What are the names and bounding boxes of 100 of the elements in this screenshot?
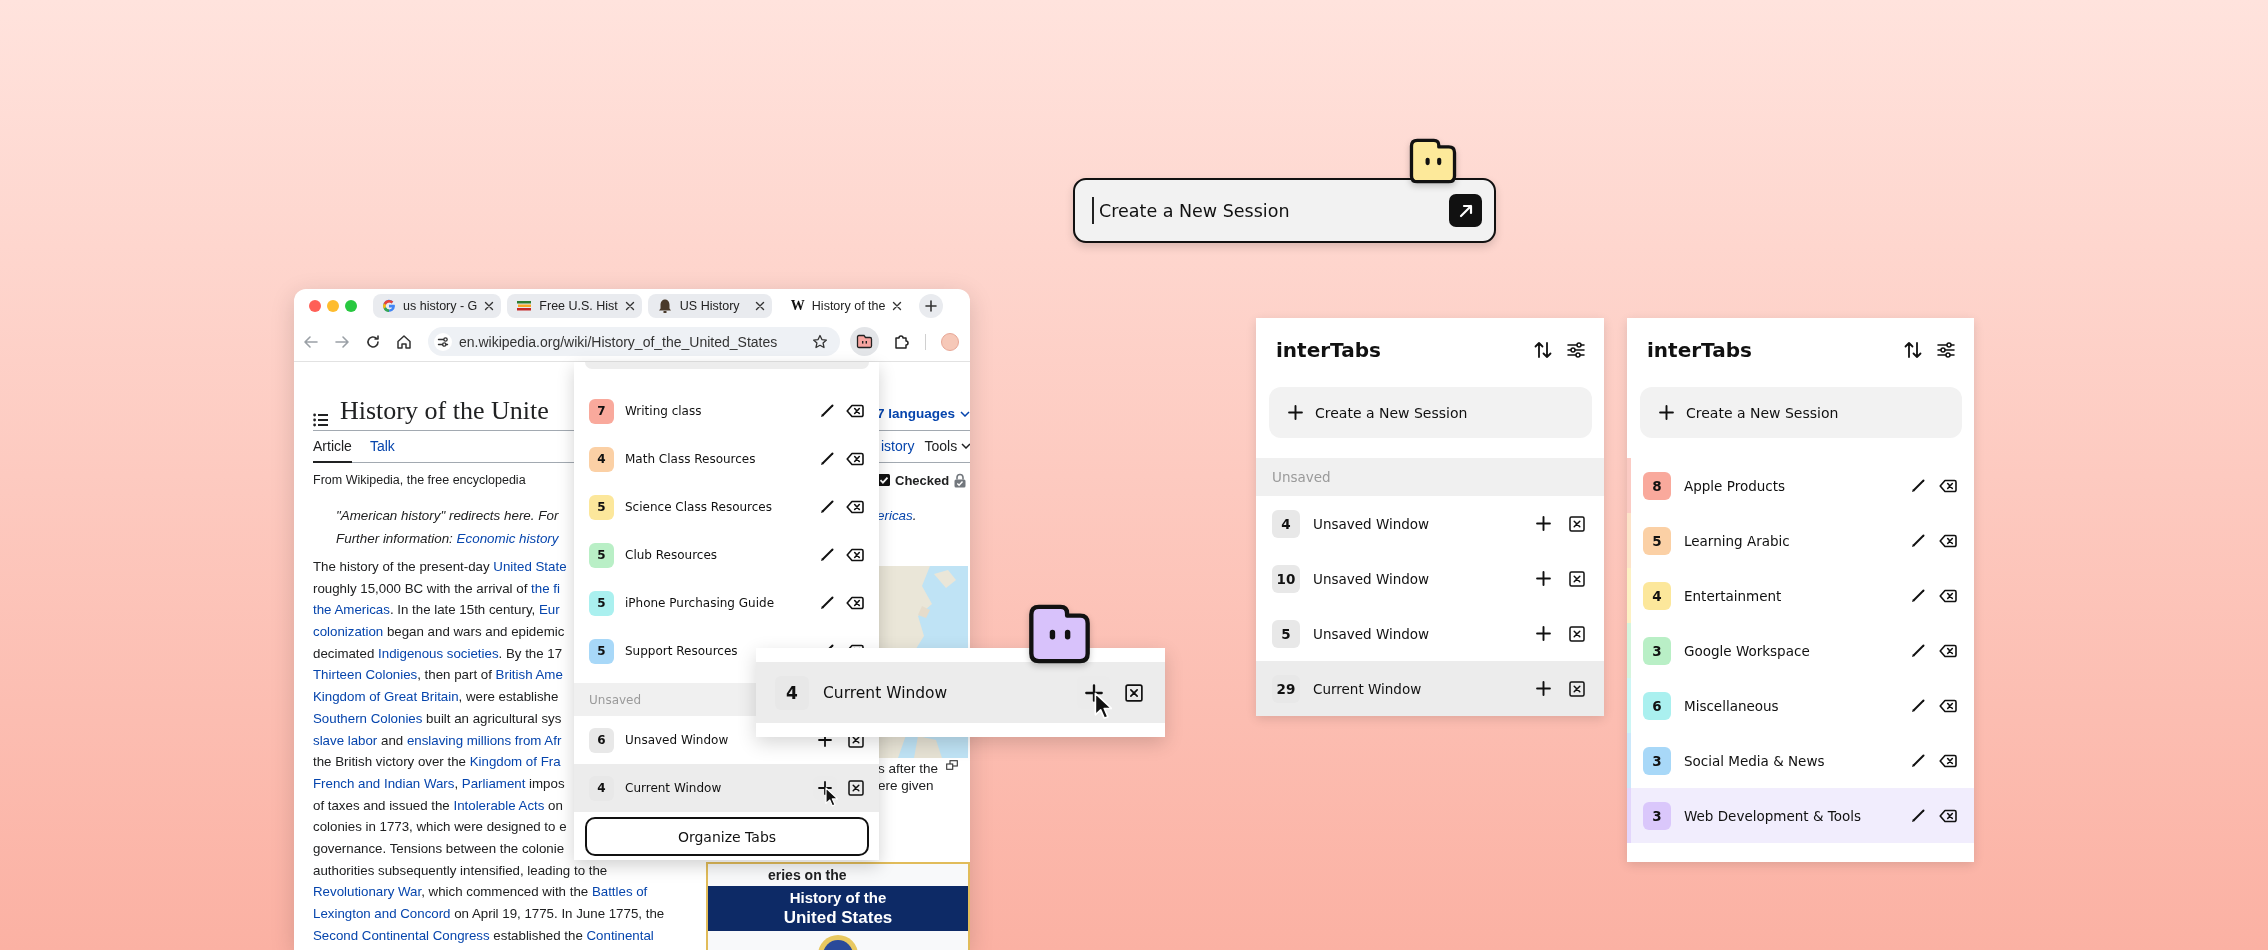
article-link[interactable]: Economic history [456, 531, 559, 546]
browser-tab[interactable]: US History [647, 293, 772, 318]
article-link[interactable]: the fi [531, 580, 560, 596]
window-row[interactable]: 5 Unsaved Window [1256, 606, 1604, 661]
article-link[interactable]: Intolerable Acts [453, 797, 545, 813]
pencil-icon[interactable] [819, 403, 835, 419]
session-row[interactable]: 5 Learning Arabic [1627, 513, 1974, 568]
close-icon[interactable] [484, 300, 495, 311]
browser-tab[interactable]: us history - G [373, 293, 502, 318]
browser-tab[interactable]: Free U.S. Hist [507, 293, 642, 318]
backspace-icon[interactable] [1939, 588, 1957, 603]
puzzle-icon[interactable] [894, 333, 910, 350]
window-row[interactable]: 4 Unsaved Window [1256, 496, 1604, 551]
window-row[interactable]: 4 Current Window [756, 662, 1165, 723]
session-row[interactable]: 3 Social Media & News [1627, 733, 1974, 788]
close-icon[interactable] [1569, 680, 1585, 697]
page-tab[interactable]: Tools [924, 431, 970, 463]
languages-link[interactable]: 7 languages [877, 406, 970, 421]
session-row[interactable]: 5 iPhone Purchasing Guide [574, 579, 879, 627]
star-icon[interactable] [812, 333, 828, 350]
pencil-icon[interactable] [819, 547, 835, 563]
backspace-icon[interactable] [846, 596, 864, 610]
session-row[interactable]: 5 Science Class Resources [574, 483, 879, 531]
sort-icon[interactable] [1903, 339, 1923, 360]
forward-icon[interactable] [334, 333, 350, 350]
home-icon[interactable] [396, 333, 412, 350]
article-link[interactable]: Southern Colonies [313, 710, 423, 726]
article-link[interactable]: enslaving millions from Afr [406, 732, 562, 748]
page-tab[interactable]: Talk [369, 431, 395, 463]
close-icon[interactable] [892, 300, 903, 311]
address-bar[interactable]: en.wikipedia.org/wiki/History_of_the_United_States [428, 327, 840, 356]
sliders-icon[interactable] [434, 332, 452, 351]
session-row[interactable]: 4 Math Class Resources [574, 435, 879, 483]
window-row[interactable]: 4 Current Window [574, 764, 879, 812]
article-link[interactable]: Eur [538, 602, 560, 618]
close-icon[interactable] [1125, 683, 1143, 702]
window-control-icon[interactable] [309, 299, 321, 312]
article-link[interactable]: Kingdom of Great Britain [313, 689, 459, 705]
session-row[interactable]: 4 Entertainment [1627, 568, 1974, 623]
article-link[interactable]: Revolutionary War [313, 884, 422, 900]
article-link[interactable]: Second Continental Congress [313, 927, 490, 943]
pencil-icon[interactable] [1910, 642, 1926, 659]
extension-button[interactable] [850, 327, 879, 356]
close-icon[interactable] [754, 300, 765, 311]
backspace-icon[interactable] [846, 452, 864, 466]
article-link[interactable]: Kingdom of Fra [469, 754, 561, 770]
close-icon[interactable] [1569, 625, 1585, 642]
backspace-icon[interactable] [846, 404, 864, 418]
session-row[interactable]: 3 Google Workspace [1627, 623, 1974, 678]
back-icon[interactable] [303, 333, 319, 350]
pencil-icon[interactable] [1910, 807, 1926, 824]
article-link[interactable]: Parliament [461, 775, 526, 791]
article-link[interactable]: the Americas [313, 602, 390, 618]
article-link[interactable]: United State [493, 559, 567, 574]
create-session-button[interactable]: Create a New Session [1640, 387, 1962, 438]
backspace-icon[interactable] [1939, 808, 1957, 823]
menu-icon[interactable] [313, 413, 329, 427]
settings-icon[interactable] [1936, 339, 1956, 360]
session-row[interactable]: 3 Web Development & Tools [1627, 788, 1974, 843]
backspace-icon[interactable] [1939, 698, 1957, 713]
session-row[interactable]: 5 Club Resources [574, 531, 879, 579]
backspace-icon[interactable] [846, 548, 864, 562]
article-link[interactable]: Lexington and Concord [313, 906, 451, 921]
pencil-icon[interactable] [1910, 587, 1926, 604]
backspace-icon[interactable] [846, 500, 864, 514]
close-icon[interactable] [1569, 570, 1585, 587]
article-link[interactable]: British Ame [495, 667, 563, 683]
backspace-icon[interactable] [1939, 643, 1957, 658]
window-row[interactable]: 10 Unsaved Window [1256, 551, 1604, 606]
backspace-icon[interactable] [1939, 478, 1957, 493]
session-row[interactable]: 6 Miscellaneous [1627, 678, 1974, 733]
backspace-icon[interactable] [1939, 753, 1957, 768]
window-row[interactable]: 29 Current Window [1256, 661, 1604, 716]
pencil-icon[interactable] [819, 451, 835, 467]
article-link[interactable]: Battles of [591, 884, 648, 900]
pencil-icon[interactable] [1910, 477, 1926, 494]
search-field[interactable] [585, 362, 869, 369]
organize-tabs-button[interactable]: Organize Tabs [585, 817, 869, 856]
session-name-field[interactable]: Create a New Session [1073, 178, 1496, 243]
new-tab-button[interactable] [919, 293, 944, 318]
close-icon[interactable] [1569, 515, 1585, 532]
article-link[interactable]: Indigenous societies [378, 645, 499, 661]
pencil-icon[interactable] [819, 595, 835, 611]
settings-icon[interactable] [1566, 339, 1586, 360]
article-link[interactable]: colonization [313, 624, 384, 640]
pencil-icon[interactable] [1910, 532, 1926, 549]
article-link[interactable]: slave labor [313, 732, 378, 748]
pencil-icon[interactable] [819, 499, 835, 515]
session-row[interactable]: 8 Apple Products [1627, 458, 1974, 513]
reload-icon[interactable] [365, 333, 381, 350]
close-icon[interactable] [848, 780, 864, 796]
pencil-icon[interactable] [1910, 752, 1926, 769]
page-tab[interactable]: istory [881, 431, 915, 463]
pencil-icon[interactable] [1910, 697, 1926, 714]
enlarge-icon[interactable] [946, 760, 959, 770]
page-tab[interactable]: Article [313, 431, 352, 463]
backspace-icon[interactable] [1939, 533, 1957, 548]
create-session-button[interactable]: Create a New Session [1269, 387, 1592, 438]
sort-icon[interactable] [1533, 339, 1553, 360]
close-icon[interactable] [624, 300, 635, 311]
